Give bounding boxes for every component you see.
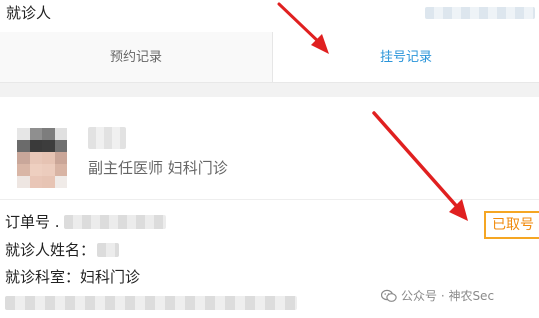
doctor-title: 副主任医师 妇科门诊 bbox=[88, 159, 228, 177]
section-gap bbox=[0, 83, 539, 97]
redacted-patient-name[interactable] bbox=[425, 7, 535, 19]
tab-registration-records[interactable]: 挂号记录 bbox=[273, 32, 539, 82]
header-bar: 就诊人 bbox=[0, 0, 539, 30]
redacted-visit-time bbox=[5, 296, 297, 310]
doctor-avatar bbox=[17, 128, 67, 188]
watermark: 公众号 · 神农Sec bbox=[380, 287, 495, 306]
department-row: 就诊科室：妇科门诊 bbox=[5, 266, 140, 287]
redacted-patient-name-value bbox=[97, 243, 120, 257]
registration-card[interactable]: 副主任医师 妇科门诊 订单号 . 就诊人姓名： 就诊科室：妇科门诊 已取号 公众… bbox=[0, 97, 539, 318]
order-number-row: 订单号 . bbox=[5, 211, 166, 232]
status-badge: 已取号 bbox=[484, 211, 539, 239]
card-divider bbox=[0, 199, 539, 200]
wechat-icon bbox=[380, 289, 397, 306]
redacted-order-number bbox=[63, 215, 166, 229]
department-label: 就诊科室： bbox=[5, 268, 81, 286]
department-value: 妇科门诊 bbox=[80, 268, 141, 286]
tab-appointment-records[interactable]: 预约记录 bbox=[0, 32, 273, 82]
patient-name-label: 就诊人姓名： bbox=[5, 241, 96, 259]
patient-name-row: 就诊人姓名： bbox=[5, 239, 120, 260]
record-tabs: 预约记录 挂号记录 bbox=[0, 32, 539, 83]
redacted-doctor-name bbox=[88, 127, 126, 149]
watermark-text: 公众号 · 神农Sec bbox=[401, 289, 495, 303]
page-title: 就诊人 bbox=[6, 4, 52, 22]
order-number-label: 订单号 . bbox=[5, 213, 60, 231]
